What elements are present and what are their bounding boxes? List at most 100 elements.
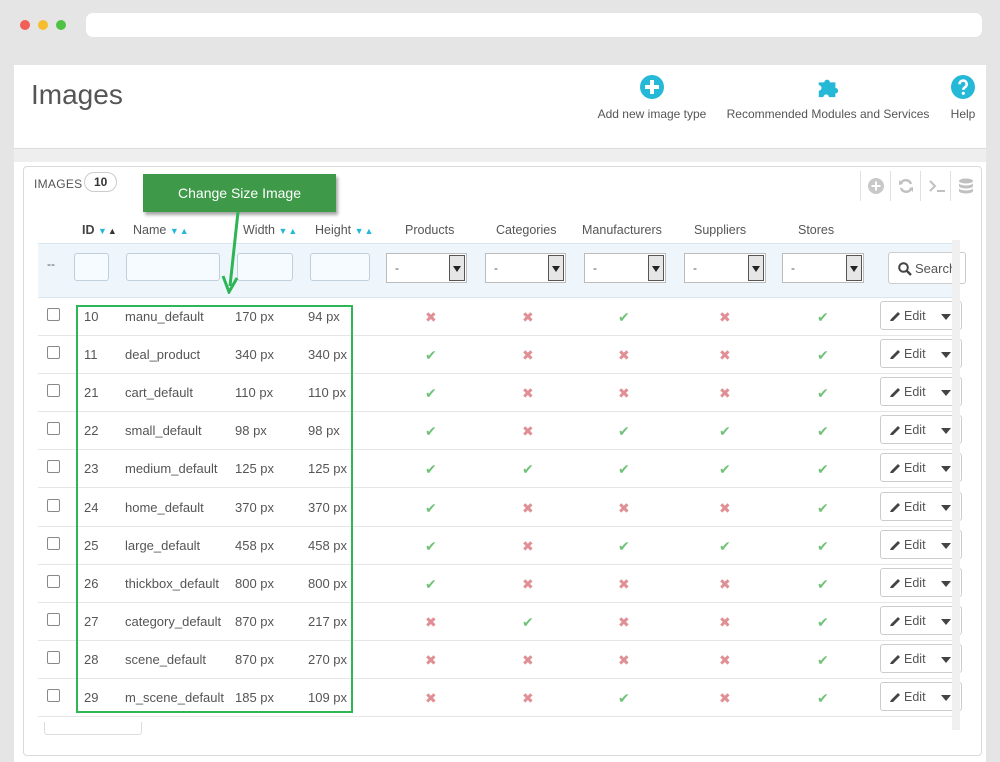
close-window-dot[interactable] bbox=[20, 20, 30, 30]
filter-id-input[interactable] bbox=[74, 253, 109, 281]
export-tool[interactable] bbox=[950, 171, 981, 201]
check-icon: ✔ bbox=[817, 499, 829, 516]
filter-categories-select[interactable]: - bbox=[485, 253, 566, 283]
edit-button[interactable]: Edit bbox=[880, 529, 962, 559]
row-checkbox[interactable] bbox=[47, 498, 60, 512]
cross-icon: ✖ bbox=[618, 575, 630, 592]
filter-suppliers-select[interactable]: - bbox=[684, 253, 766, 283]
edit-label: Edit bbox=[904, 499, 926, 514]
edit-button[interactable]: Edit bbox=[880, 301, 962, 330]
caret-down-icon[interactable] bbox=[941, 428, 951, 435]
filter-row: -- - - - - - Search bbox=[38, 243, 966, 298]
edit-button[interactable]: Edit bbox=[880, 643, 962, 673]
caret-down-icon[interactable] bbox=[941, 542, 951, 549]
check-icon: ✔ bbox=[719, 537, 731, 554]
caret-down-icon[interactable] bbox=[941, 314, 951, 320]
sort-arrows-icon[interactable]: ▼▲ bbox=[98, 226, 118, 236]
row-checkbox[interactable] bbox=[47, 612, 60, 626]
edit-button[interactable]: Edit bbox=[880, 605, 962, 635]
cross-icon: ✖ bbox=[425, 613, 437, 630]
caret-down-icon[interactable] bbox=[941, 656, 951, 663]
frame-top-gap bbox=[14, 52, 986, 65]
edit-label: Edit bbox=[904, 461, 926, 476]
row-checkbox[interactable] bbox=[47, 574, 60, 588]
col-categories: Categories bbox=[496, 223, 557, 237]
table-header: ID ▼▲ Name ▼▲ Width ▼▲ Height ▼▲ Product… bbox=[38, 218, 958, 243]
caret-down-icon[interactable] bbox=[941, 695, 951, 701]
caret-down-icon[interactable] bbox=[941, 390, 951, 397]
col-id-label: ID bbox=[82, 223, 95, 237]
check-icon: ✔ bbox=[425, 347, 437, 364]
callout-arrow-icon bbox=[221, 212, 240, 294]
pencil-icon bbox=[890, 540, 900, 550]
row-checkbox[interactable] bbox=[47, 650, 60, 664]
edit-label: Edit bbox=[904, 385, 926, 400]
filter-height-input[interactable] bbox=[310, 253, 370, 281]
col-height[interactable]: Height ▼▲ bbox=[315, 223, 374, 237]
edit-button[interactable]: Edit bbox=[880, 377, 962, 407]
help-button[interactable]: Help bbox=[946, 75, 980, 121]
col-name[interactable]: Name ▼▲ bbox=[133, 223, 190, 237]
caret-down-icon[interactable] bbox=[941, 618, 951, 625]
chevron-down-icon bbox=[748, 255, 764, 281]
check-icon: ✔ bbox=[817, 347, 829, 364]
cross-icon: ✖ bbox=[522, 537, 534, 554]
cross-icon: ✖ bbox=[719, 613, 731, 630]
edit-button[interactable]: Edit bbox=[880, 491, 962, 521]
browser-chrome bbox=[0, 0, 1000, 52]
cross-icon: ✖ bbox=[618, 347, 630, 364]
frame-right bbox=[986, 52, 1000, 762]
sql-terminal-icon bbox=[929, 180, 945, 192]
row-checkbox[interactable] bbox=[47, 308, 60, 321]
sql-query-tool[interactable] bbox=[920, 171, 951, 201]
filter-products-value: - bbox=[395, 261, 399, 275]
page-title: Images bbox=[31, 79, 123, 110]
sort-arrows-icon[interactable]: ▼▲ bbox=[355, 226, 375, 236]
cross-icon: ✖ bbox=[522, 575, 534, 592]
minimize-window-dot[interactable] bbox=[38, 20, 48, 30]
edit-button[interactable]: Edit bbox=[880, 682, 962, 711]
row-checkbox[interactable] bbox=[47, 422, 60, 436]
pagination-area bbox=[44, 722, 142, 735]
edit-label: Edit bbox=[904, 347, 926, 362]
edit-button[interactable]: Edit bbox=[880, 567, 962, 597]
check-icon: ✔ bbox=[618, 690, 630, 706]
vertical-scrollbar[interactable] bbox=[952, 240, 960, 730]
edit-button[interactable]: Edit bbox=[880, 415, 962, 445]
edit-button[interactable]: Edit bbox=[880, 339, 962, 369]
add-new-image-type-button[interactable]: Add new image type bbox=[594, 75, 710, 121]
check-icon: ✔ bbox=[425, 575, 437, 592]
caret-down-icon[interactable] bbox=[941, 466, 951, 473]
caret-down-icon[interactable] bbox=[941, 504, 951, 511]
edit-label: Edit bbox=[904, 537, 926, 552]
filter-categories-value: - bbox=[494, 261, 498, 275]
recommended-modules-button[interactable]: Recommended Modules and Services bbox=[722, 75, 934, 121]
col-id[interactable]: ID ▼▲ bbox=[82, 223, 118, 237]
check-icon: ✔ bbox=[618, 309, 630, 325]
sort-arrows-icon[interactable]: ▼▲ bbox=[170, 226, 190, 236]
edit-button[interactable]: Edit bbox=[880, 453, 962, 483]
address-bar[interactable] bbox=[86, 13, 982, 37]
filter-products-select[interactable]: - bbox=[386, 253, 467, 283]
check-icon: ✔ bbox=[817, 537, 829, 554]
row-checkbox[interactable] bbox=[47, 384, 60, 398]
check-icon: ✔ bbox=[817, 461, 829, 478]
filter-stores-select[interactable]: - bbox=[782, 253, 864, 283]
row-checkbox[interactable] bbox=[47, 346, 60, 360]
row-checkbox[interactable] bbox=[47, 460, 60, 474]
maximize-window-dot[interactable] bbox=[56, 20, 66, 30]
sort-arrows-icon[interactable]: ▼▲ bbox=[278, 226, 298, 236]
cross-icon: ✖ bbox=[522, 690, 534, 706]
caret-down-icon[interactable] bbox=[941, 352, 951, 359]
row-checkbox[interactable] bbox=[47, 689, 60, 702]
check-icon: ✔ bbox=[817, 613, 829, 630]
row-checkbox[interactable] bbox=[47, 536, 60, 550]
refresh-icon bbox=[899, 179, 913, 193]
cross-icon: ✖ bbox=[522, 423, 534, 440]
cross-icon: ✖ bbox=[522, 499, 534, 516]
refresh-tool[interactable] bbox=[890, 171, 921, 201]
caret-down-icon[interactable] bbox=[941, 580, 951, 587]
edit-label: Edit bbox=[904, 309, 926, 323]
filter-manufacturers-select[interactable]: - bbox=[584, 253, 666, 283]
add-new-tool[interactable] bbox=[860, 171, 891, 201]
